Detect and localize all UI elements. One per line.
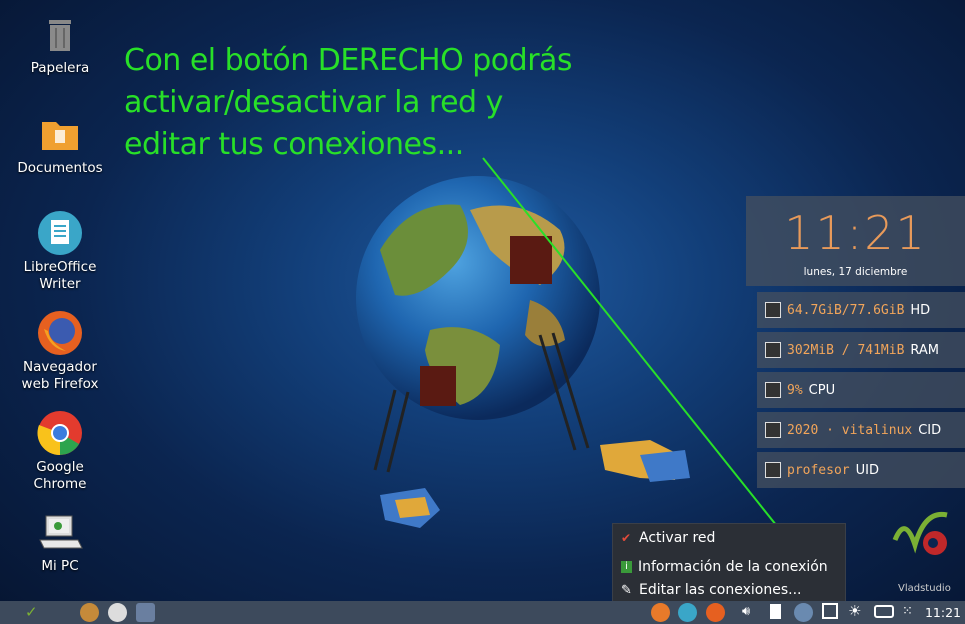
trash-desktop-icon[interactable]: Papelera [10,10,110,77]
cid-icon [765,422,781,438]
volume-icon[interactable]: 🔊︎ [742,604,750,619]
desktop-icon-label: Google Chrome [33,459,87,492]
network-share-icon[interactable] [794,603,813,622]
menu-item-label: Activar red [639,530,716,546]
desktop-icon-label: Mi PC [41,558,79,574]
chrome-desktop-icon[interactable]: Google Chrome [10,409,110,493]
brightness-icon[interactable]: ☀︎ [848,602,861,620]
stat-label: RAM [910,342,940,358]
menu-item-info[interactable]: i Información de la conexión [613,556,845,578]
mypc-desktop-icon[interactable]: Mi PC [10,508,110,575]
settings-icon[interactable] [108,603,127,622]
hdd-icon [765,302,781,318]
stat-value: profesor [787,462,850,478]
firefox-desktop-icon[interactable]: Navegador web Firefox [10,309,110,393]
info-icon: i [621,561,632,573]
menu-item-edit[interactable]: ✎ Editar las conexiones... [613,579,845,601]
desktop-icon-label: Navegador web Firefox [21,359,99,392]
stat-label: UID [855,462,879,478]
writer-desktop-icon[interactable]: LibreOffice Writer [10,209,110,293]
check-icon: ✔ [621,531,632,545]
chrome-icon [36,409,84,457]
firefox-icon [36,309,84,357]
edit-icon: ✎ [621,582,632,598]
trash-icon [36,10,84,58]
desktop-icon-label: LibreOffice Writer [23,259,97,292]
watermark-text: Vladstudio [898,583,951,594]
menu-item-label: Editar las conexiones... [639,582,802,598]
conky-stat-cpu: 9% CPU [757,372,965,408]
start-menu-icon[interactable]: ✓ [25,603,38,621]
stat-value: 302MiB / 741MiB [787,342,905,358]
user-icon [765,462,781,478]
laptop-icon [36,508,84,556]
stat-label: CPU [808,382,836,398]
cpu-icon [765,382,781,398]
tray-app-icon[interactable] [651,603,670,622]
clipboard-icon[interactable] [770,604,781,619]
annotation-line: Con el botón DERECHO podrás [124,43,573,78]
conky-date: lunes, 17 diciembre [803,266,908,278]
folder-icon [36,110,84,158]
conky-stat-uid: profesor UID [757,452,965,488]
stat-value: 9% [787,382,803,398]
documents-desktop-icon[interactable]: Documentos [10,110,110,177]
firefox-tray-icon[interactable] [706,603,725,622]
stat-value: 64.7GiB/77.6GiB [787,302,905,318]
annotation-line: editar tus conexiones... [124,127,464,162]
stat-label: HD [910,302,931,318]
taskbar: ✓ 🔊︎ ☀︎ ⁙ 11:21 [0,601,965,624]
annotation-text: Con el botón DERECHO podrás activar/desa… [124,40,644,166]
annotation-line: activar/desactivar la red y [124,85,503,120]
libreoffice-writer-icon [36,209,84,257]
ram-icon [765,342,781,358]
taskbar-clock[interactable]: 11:21 [925,605,961,620]
conky-stat-cid: 2020 · vitalinux CID [757,412,965,448]
desktop-icon-label: Documentos [17,160,103,176]
menu-item-label: Información de la conexión [638,559,828,575]
stat-label: CID [918,422,942,438]
vitalinux-logo [892,511,948,555]
conky-clock: 11:21 lunes, 17 diciembre [746,196,965,286]
stat-value: 2020 · vitalinux [787,422,913,438]
notes-icon[interactable] [678,603,697,622]
tablet-icon[interactable] [874,605,894,618]
network-context-menu: ✔ Activar red i Información de la conexi… [612,523,846,603]
network-icon[interactable] [822,603,838,619]
menu-item-activar-red[interactable]: ✔ Activar red [613,527,845,549]
conky-time: 11:21 [784,206,927,260]
desktop-icon-label: Papelera [30,60,90,76]
file-manager-icon[interactable] [80,603,99,622]
apps-grid-icon[interactable]: ⁙ [902,604,913,619]
window-icon[interactable] [136,603,155,622]
conky-stat-ram: 302MiB / 741MiB RAM [757,332,965,368]
conky-stat-hd: 64.7GiB/77.6GiB HD [757,292,965,328]
